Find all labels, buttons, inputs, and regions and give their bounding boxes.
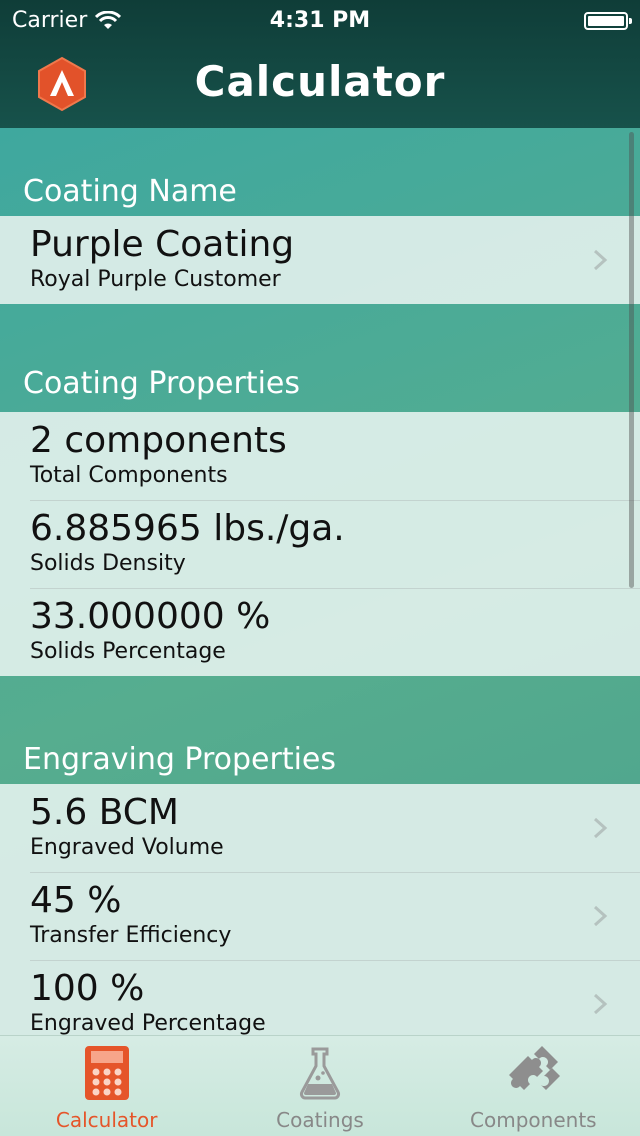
transfer-efficiency-label: Transfer Efficiency <box>30 923 232 948</box>
section-header-coating-name: Coating Name <box>23 174 237 209</box>
puzzle-icon <box>509 1046 561 1090</box>
coating-name-title: Purple Coating <box>30 224 295 265</box>
status-time: 4:31 PM <box>269 8 371 33</box>
tab-coatings[interactable]: Coatings <box>213 1036 426 1136</box>
nav-bar: Carrier 4:31 PM Calculator <box>0 0 640 128</box>
engraved-percentage-row[interactable]: 100 % Engraved Percentage <box>0 960 640 1036</box>
total-components-row: 2 components Total Components <box>0 412 640 500</box>
section-header-engraving-properties: Engraving Properties <box>23 742 337 777</box>
coating-name-subtitle: Royal Purple Customer <box>30 267 281 292</box>
tab-calculator-label: Calculator <box>55 1108 158 1132</box>
solids-density-value: 6.885965 lbs./ga. <box>30 508 345 549</box>
solids-density-row: 6.885965 lbs./ga. Solids Density <box>0 500 640 588</box>
engraved-volume-row[interactable]: 5.6 BCM Engraved Volume <box>0 784 640 872</box>
engraved-volume-value: 5.6 BCM <box>30 792 179 833</box>
calculator-icon <box>84 1046 129 1100</box>
coating-name-row[interactable]: Purple Coating Royal Purple Customer <box>0 216 640 304</box>
tab-coatings-label: Coatings <box>276 1108 364 1132</box>
solids-percentage-label: Solids Percentage <box>30 639 226 664</box>
total-components-value: 2 components <box>30 420 287 461</box>
scrollbar[interactable] <box>629 132 634 588</box>
solids-percentage-value: 33.000000 % <box>30 596 271 637</box>
chevron-right-icon <box>593 817 608 839</box>
battery-icon <box>584 12 632 30</box>
tab-components[interactable]: Components <box>427 1036 640 1136</box>
tab-components-label: Components <box>470 1108 597 1132</box>
transfer-efficiency-value: 45 % <box>30 880 122 921</box>
tab-bar: Calculator Coatings Components <box>0 1035 640 1136</box>
solids-percentage-row: 33.000000 % Solids Percentage <box>0 588 640 676</box>
chevron-right-icon <box>593 249 608 271</box>
calculator-table[interactable]: Coating Name Purple Coating Royal Purple… <box>0 128 640 1036</box>
page-title: Calculator <box>194 57 446 106</box>
engraved-percentage-value: 100 % <box>30 968 145 1009</box>
engraved-percentage-label: Engraved Percentage <box>30 1011 266 1036</box>
solids-density-label: Solids Density <box>30 551 186 576</box>
flask-icon <box>299 1047 340 1100</box>
tab-calculator[interactable]: Calculator <box>0 1036 213 1136</box>
transfer-efficiency-row[interactable]: 45 % Transfer Efficiency <box>0 872 640 960</box>
engraved-volume-label: Engraved Volume <box>30 835 224 860</box>
section-header-coating-properties: Coating Properties <box>23 366 300 401</box>
chevron-right-icon <box>593 993 608 1015</box>
chevron-right-icon <box>593 905 608 927</box>
total-components-label: Total Components <box>30 463 228 488</box>
